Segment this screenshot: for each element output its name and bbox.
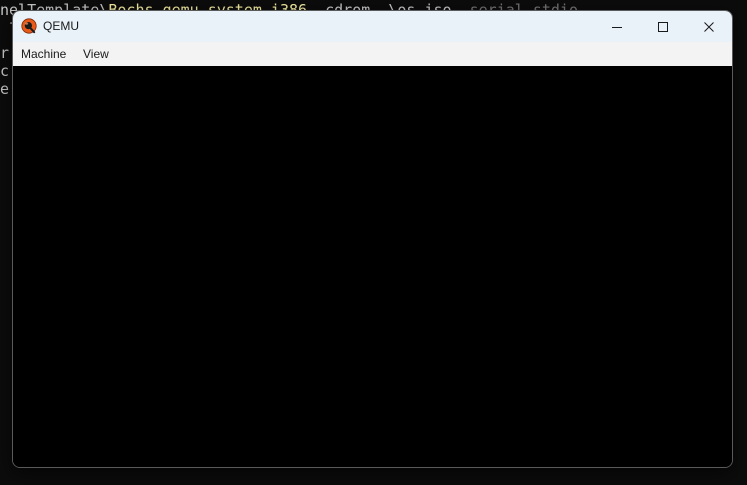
maximize-button[interactable] [640,11,686,42]
terminal-line-5: e [0,80,10,98]
close-button[interactable] [686,11,732,42]
title-bar[interactable]: QEMU [13,11,732,42]
qemu-logo-icon [21,18,37,34]
menu-bar: Machine View [13,42,732,66]
close-icon [703,21,715,33]
menu-machine[interactable]: Machine [17,42,70,66]
terminal-line-3: r [0,44,10,62]
minimize-button[interactable] [594,11,640,42]
qemu-window: QEMU Machine View [12,10,733,468]
terminal-line-4: c [0,62,10,80]
minimize-icon [611,21,623,33]
vm-display[interactable] [13,66,732,467]
maximize-icon [657,21,669,33]
menu-view[interactable]: View [79,42,113,66]
window-title: QEMU [43,19,79,33]
